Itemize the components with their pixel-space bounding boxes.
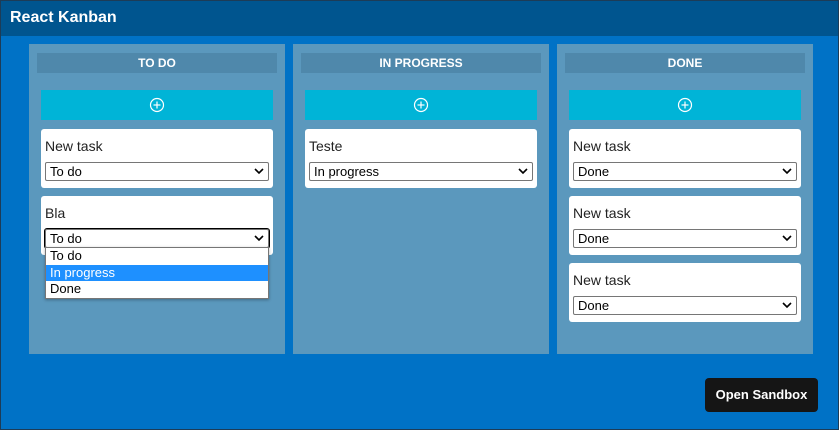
add-task-button[interactable] bbox=[569, 90, 801, 120]
column-todo: TO DO New task To do Bla To do bbox=[29, 44, 285, 354]
chevron-down-icon bbox=[782, 235, 792, 242]
status-select-value: To do bbox=[50, 164, 82, 179]
add-task-button[interactable] bbox=[305, 90, 537, 120]
plus-circle-icon bbox=[413, 97, 429, 113]
status-select[interactable]: Done bbox=[573, 296, 797, 315]
status-select-value: In progress bbox=[314, 164, 380, 179]
task-card: New task Done bbox=[569, 263, 801, 322]
chevron-down-icon bbox=[782, 302, 792, 309]
column-header: TO DO bbox=[37, 53, 277, 73]
task-card: New task To do bbox=[41, 129, 273, 188]
task-title: New task bbox=[573, 138, 631, 154]
chevron-down-icon bbox=[782, 168, 792, 175]
status-select-value: Done bbox=[578, 298, 610, 313]
status-select[interactable]: To do bbox=[45, 162, 269, 181]
chevron-down-icon bbox=[254, 168, 264, 175]
status-select-value: Done bbox=[578, 164, 610, 179]
column-in-progress: IN PROGRESS Teste In progress bbox=[293, 44, 549, 354]
status-select-value: Done bbox=[578, 231, 610, 246]
status-select-value: To do bbox=[50, 231, 82, 246]
column-header: IN PROGRESS bbox=[301, 53, 541, 73]
plus-circle-icon bbox=[149, 97, 165, 113]
add-task-button[interactable] bbox=[41, 90, 273, 120]
task-title: New task bbox=[573, 272, 631, 288]
plus-circle-icon bbox=[677, 97, 693, 113]
status-select[interactable]: Done bbox=[573, 162, 797, 181]
task-card: Teste In progress bbox=[305, 129, 537, 188]
chevron-down-icon bbox=[254, 235, 264, 242]
task-card: New task Done bbox=[569, 129, 801, 188]
status-dropdown-list: To do In progress Done bbox=[45, 247, 269, 299]
status-select[interactable]: Done bbox=[573, 229, 797, 248]
app-title: React Kanban bbox=[1, 1, 838, 36]
dropdown-option-done[interactable]: Done bbox=[46, 281, 268, 298]
open-sandbox-button[interactable]: Open Sandbox bbox=[705, 378, 818, 412]
task-title: New task bbox=[45, 138, 103, 154]
chevron-down-icon bbox=[518, 168, 528, 175]
dropdown-option-in-progress[interactable]: In progress bbox=[46, 264, 268, 281]
task-title: New task bbox=[573, 205, 631, 221]
status-select[interactable]: To do bbox=[44, 228, 270, 249]
column-header: DONE bbox=[565, 53, 805, 73]
task-card: New task Done bbox=[569, 196, 801, 255]
column-done: DONE New task Done New task Done New tas… bbox=[557, 44, 813, 354]
task-title: Teste bbox=[309, 138, 343, 154]
status-select[interactable]: In progress bbox=[309, 162, 533, 181]
task-title: Bla bbox=[45, 205, 66, 221]
dropdown-option-to-do[interactable]: To do bbox=[46, 248, 268, 265]
